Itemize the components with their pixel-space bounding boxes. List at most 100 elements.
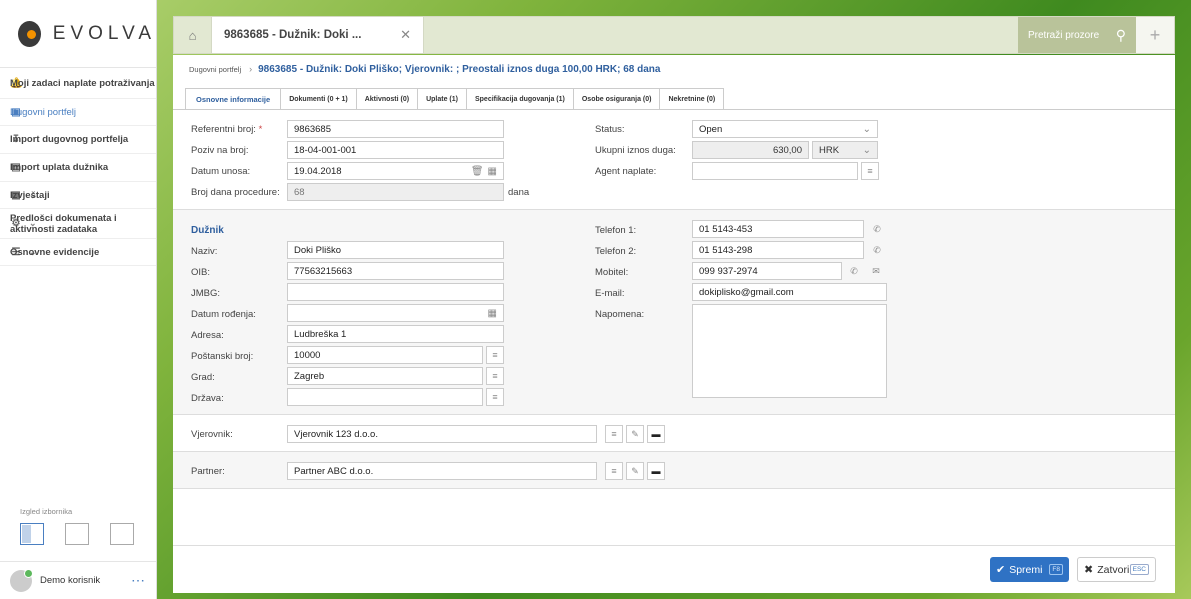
agent-lookup-button[interactable]: ≡ [861,162,879,180]
broj-dana-label: Broj dana procedure: [191,187,280,198]
lookup-icon: ≡ [611,466,617,476]
sidebar-item-dugovni-portfelj[interactable]: ▣ Dugovni portfelj [0,99,156,126]
trash-icon[interactable]: 🗑 [471,166,484,177]
postanski-input[interactable]: 10000 [287,346,483,364]
tab-nekretnine[interactable]: Nekretnine (0) [659,88,725,110]
vjerovnik-input[interactable]: Vjerovnik 123 d.o.o. [287,425,597,443]
logo-text: EVOLVA [52,22,156,44]
tab-specifikacija[interactable]: Specifikacija dugovanja (1) [465,88,574,110]
required-marker: * [258,124,263,135]
grad-lookup-button[interactable]: ≡ [486,367,504,385]
lookup-icon: ≡ [867,166,873,176]
phone-icon[interactable]: ✆ [868,241,886,259]
sidebar-item-label: Izvještaji [10,189,50,201]
plus-icon: + [1149,24,1161,45]
breadcrumb-root[interactable]: Dugovni portfelj [189,65,241,74]
telefon1-input[interactable]: 01 5143-453 [692,220,864,238]
avatar[interactable] [10,568,33,592]
email-label: E-mail: [595,288,625,299]
datum-rodjenja-input[interactable]: ▦ [287,304,504,322]
poziv-input[interactable]: 18-04-001-001 [287,141,504,159]
drzava-input[interactable] [287,388,483,406]
chevron-down-icon: ⌄ [862,144,871,156]
window-tabbar: ⌂ 9863685 - Dužnik: Doki ... ✕ Pretraži … [173,16,1175,54]
sidebar-item-import-uplata[interactable]: ▤ Import uplata dužnika [0,154,156,182]
window-tab[interactable]: 9863685 - Dužnik: Doki ... ✕ [212,17,424,53]
calendar-icon[interactable]: ▦ [488,308,497,319]
poziv-label: Poziv na broj: [191,145,249,156]
status-select[interactable]: Open ⌄ [692,120,878,138]
oib-input[interactable]: 77563215663 [287,262,504,280]
new-window-button[interactable]: + [1136,17,1174,53]
ref-input[interactable]: 9863685 [287,120,504,138]
jmbg-label: JMBG: [191,288,221,299]
close-button[interactable]: ✖ Zatvori ESC [1077,557,1156,582]
check-circle-icon: ✔ [996,564,1006,576]
sidebar-item-label: Import dugovnog portfelja [10,134,129,145]
naziv-input[interactable]: Doki Pliško [287,241,504,259]
breadcrumb: Dugovni portfelj › 9863685 - Dužnik: Dok… [173,55,1175,83]
datum-unosa-input[interactable]: 19.04.2018 🗑 ▦ [287,162,504,180]
napomena-textarea[interactable] [692,304,887,398]
tab-osnovne-informacije[interactable]: Osnovne informacije [185,88,282,110]
sidebar-item-label: Osnovne evidencije [10,246,100,258]
save-button[interactable]: ✔ Spremi F8 [990,557,1069,582]
vjerovnik-lookup-button[interactable]: ≡ [605,425,623,443]
layout-option-hidden[interactable] [65,523,89,545]
calendar-icon[interactable]: ▦ [488,166,497,177]
tab-dokumenti[interactable]: Dokumenti (0 + 1) [280,88,357,110]
logo-icon [18,20,41,47]
sidebar-item-label: Moji zadaci naplate potraživanja [10,77,155,89]
sidebar-item-import-portfelja[interactable]: ↧ Import dugovnog portfelja [0,126,156,154]
tab-osobe-osiguranja[interactable]: Osobe osiguranja (0) [572,88,661,110]
window-search[interactable]: Pretraži prozore ⚲ [1018,17,1136,53]
close-icon[interactable]: ✕ [400,27,411,43]
partner-clear-button[interactable]: ▬ [647,462,665,480]
jmbg-input[interactable] [287,283,504,301]
tab-uplate[interactable]: Uplate (1) [417,88,467,110]
phone-icon[interactable]: ✆ [845,262,863,280]
iznos-input: 630,00 [692,141,809,159]
tabbar-spacer [424,17,1018,53]
drzava-lookup-button[interactable]: ≡ [486,388,504,406]
tab-aktivnosti[interactable]: Aktivnosti (0) [355,88,419,110]
close-circle-icon: ✖ [1084,564,1094,576]
layout-option-collapsed[interactable] [110,523,134,545]
oib-label: OIB: [191,267,211,278]
vjerovnik-edit-button[interactable]: ✎ [626,425,644,443]
creditor-section: Vjerovnik: Vjerovnik 123 d.o.o. ≡ ✎ ▬ [173,415,1175,452]
tab-bar: Osnovne informacije Dokumenti (0 + 1) Ak… [185,88,725,110]
home-button[interactable]: ⌂ [174,17,212,53]
agent-input[interactable] [692,162,858,180]
vjerovnik-clear-button[interactable]: ▬ [647,425,665,443]
postanski-lookup-button[interactable]: ≡ [486,346,504,364]
sidebar-item-osnovne-evidencije[interactable]: ☰ Osnovne evidencije ⌄ [0,239,156,266]
partner-edit-button[interactable]: ✎ [626,462,644,480]
telefon2-input[interactable]: 01 5143-298 [692,241,864,259]
partner-label: Partner: [191,466,225,477]
phone-icon[interactable]: ✆ [868,220,886,238]
sidebar-item-label: Predlošci dokumenata i aktivnosti zadata… [10,212,117,235]
home-icon: ⌂ [188,27,197,43]
telefon2-label: Telefon 2: [595,246,637,257]
chevron-right-icon: › [249,64,253,74]
ref-label: Referentni broj: * [191,124,263,135]
grad-input[interactable]: Zagreb [287,367,483,385]
sidebar-item-moji-zadaci[interactable]: 🔔 Moji zadaci naplate potraživanja [0,68,156,99]
adresa-input[interactable]: Ludbreška 1 [287,325,504,343]
mobitel-input[interactable]: 099 937-2974 [692,262,842,280]
status-label: Status: [595,124,625,135]
sidebar-item-predlosci[interactable]: ⚙ Predlošci dokumenata i aktivnosti zada… [0,209,156,239]
partner-input[interactable]: Partner ABC d.o.o. [287,462,597,480]
layout-option-expanded[interactable] [20,523,44,545]
logo[interactable]: EVOLVA [0,0,156,68]
page-title: 9863685 - Dužnik: Doki Pliško; Vjerovnik… [258,63,661,75]
partner-lookup-button[interactable]: ≡ [605,462,623,480]
sms-icon[interactable]: ✉ [867,262,885,280]
email-input[interactable]: dokiplisko@gmail.com [692,283,887,301]
sidebar-item-izvjestaji[interactable]: ▩ Izvještaji ⌄ [0,182,156,209]
chevron-down-icon: ⌄ [862,123,871,135]
main-window: Dugovni portfelj › 9863685 - Dužnik: Dok… [173,55,1175,593]
more-icon[interactable]: ⋯ [131,572,146,589]
search-icon: ⚲ [1115,26,1126,43]
